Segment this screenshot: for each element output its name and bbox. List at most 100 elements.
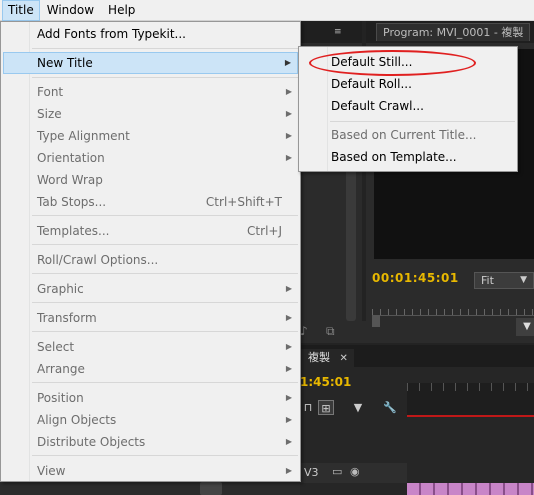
source-controls: ♪ ⧉ [300, 321, 366, 343]
menu-title[interactable]: Title [2, 0, 40, 21]
work-area-bar[interactable] [407, 415, 534, 417]
tab-timeline[interactable]: 複製 ✕ [300, 349, 354, 367]
separator [32, 77, 298, 78]
submenu-arrow-icon: ▶ [285, 393, 292, 402]
submenu-arrow-icon: ▶ [285, 415, 292, 424]
submenu-arrow-icon: ▶ [285, 87, 292, 96]
menu-item-arrange[interactable]: Arrange ▶ [3, 358, 298, 380]
menu-item-default-still[interactable]: Default Still... [301, 51, 515, 73]
submenu-arrow-icon: ▶ [285, 364, 292, 373]
menu-item-add-fonts[interactable]: Add Fonts from Typekit... [3, 23, 298, 45]
menu-item-label: Distribute Objects [37, 435, 146, 449]
submenu-arrow-icon: ▶ [285, 437, 292, 446]
menu-item-label: View [37, 464, 66, 478]
timeline-panel: 複製 ✕ 1:45:01 ⊓ ⊞ ▼ 🔧 V3 ▭ ◉ [300, 345, 534, 495]
tool-icon[interactable] [200, 482, 222, 495]
menu-item-align-objects[interactable]: Align Objects ▶ [3, 409, 298, 431]
separator [32, 382, 298, 383]
submenu-arrow-icon: ▶ [285, 109, 292, 118]
menu-item-select[interactable]: Select ▶ [3, 336, 298, 358]
submenu-arrow-icon: ▶ [285, 313, 292, 322]
bottom-panel-strip [0, 482, 300, 495]
panel-menu-icon[interactable]: ≡ [334, 28, 344, 37]
separator [32, 273, 298, 274]
export-frame-icon[interactable]: ⧉ [326, 324, 335, 339]
menu-item-view[interactable]: View ▶ [3, 460, 298, 482]
menu-item-word-wrap[interactable]: Word Wrap [3, 169, 298, 191]
menu-item-label: Position [37, 391, 84, 405]
playhead[interactable] [372, 315, 380, 327]
submenu-arrow-icon: ▶ [284, 58, 291, 67]
menu-item-label: Arrange [37, 362, 85, 376]
menu-item-label: Graphic [37, 282, 84, 296]
menu-item-label: New Title [37, 56, 93, 70]
menu-item-roll-crawl-options[interactable]: Roll/Crawl Options... [3, 249, 298, 271]
timeline-timecode[interactable]: 1:45:01 [300, 375, 351, 389]
menu-help[interactable]: Help [101, 0, 142, 21]
menu-item-new-title[interactable]: New Title ▶ [3, 52, 298, 74]
menu-item-based-on-template[interactable]: Based on Template... [301, 146, 515, 168]
program-time-ruler[interactable] [372, 296, 534, 316]
tab-program-monitor[interactable]: Program: MVI_0001 - 複製 [376, 23, 531, 41]
menu-window[interactable]: Window [40, 0, 101, 21]
submenu-arrow-icon: ▶ [285, 284, 292, 293]
separator [32, 455, 298, 456]
separator [32, 244, 298, 245]
zoom-select[interactable]: Fit ▼ [474, 272, 534, 289]
menu-item-label: Type Alignment [37, 129, 130, 143]
menu-item-position[interactable]: Position ▶ [3, 387, 298, 409]
menu-item-default-roll[interactable]: Default Roll... [301, 73, 515, 95]
menu-item-default-crawl[interactable]: Default Crawl... [301, 95, 515, 117]
timeline-tools: ⊓ ⊞ ▼ 🔧 [300, 400, 410, 416]
timeline-ruler[interactable] [407, 383, 534, 415]
add-marker-icon[interactable]: ▼ [350, 400, 366, 415]
separator [32, 215, 298, 216]
menu-item-size[interactable]: Size ▶ [3, 103, 298, 125]
close-icon[interactable]: ✕ [340, 353, 348, 364]
menu-item-based-on-current-title[interactable]: Based on Current Title... [301, 124, 515, 146]
menu-item-graphic[interactable]: Graphic ▶ [3, 278, 298, 300]
menu-item-label: Templates... [37, 224, 110, 238]
snap-icon[interactable]: ⊓ [300, 400, 316, 415]
program-timecode[interactable]: 00:01:45:01 [372, 271, 459, 285]
shortcut-label: Ctrl+J [247, 224, 282, 238]
menu-item-label: Size [37, 107, 62, 121]
source-panel-header [300, 21, 362, 43]
submenu-arrow-icon: ▶ [285, 153, 292, 162]
zoom-value: Fit [481, 274, 494, 287]
timeline-header: 複製 ✕ [300, 345, 534, 367]
timeline-tab-label: 複製 [308, 351, 330, 364]
eye-icon[interactable]: ◉ [350, 465, 360, 478]
insert-icon[interactable]: ♪ [300, 324, 308, 338]
menu-item-label: Tab Stops... [37, 195, 107, 209]
menu-item-label: Select [37, 340, 75, 354]
submenu-arrow-icon: ▶ [285, 342, 292, 351]
submenu-arrow-icon: ▶ [285, 466, 292, 475]
separator [330, 121, 515, 122]
menu-item-orientation[interactable]: Orientation ▶ [3, 147, 298, 169]
track-label: V3 [304, 466, 319, 479]
film-icon[interactable]: ▭ [332, 465, 342, 478]
menu-item-type-alignment[interactable]: Type Alignment ▶ [3, 125, 298, 147]
menu-item-distribute-objects[interactable]: Distribute Objects ▶ [3, 431, 298, 453]
new-title-submenu: Default Still... Default Roll... Default… [298, 46, 518, 172]
menu-item-label: Transform [37, 311, 97, 325]
track-header-v3: V3 ▭ ◉ [300, 463, 407, 483]
separator [32, 331, 298, 332]
menu-item-label: Orientation [37, 151, 105, 165]
menu-item-transform[interactable]: Transform ▶ [3, 307, 298, 329]
program-monitor-header: Program: MVI_0001 - 複製 [366, 21, 534, 43]
menu-item-font[interactable]: Font ▶ [3, 81, 298, 103]
add-marker-button[interactable]: ▼ [516, 318, 534, 336]
linked-selection-icon[interactable]: ⊞ [318, 400, 334, 415]
menu-item-label: Font [37, 85, 64, 99]
menu-item-tab-stops[interactable]: Tab Stops... Ctrl+Shift+T [3, 191, 298, 213]
submenu-arrow-icon: ▶ [285, 131, 292, 140]
clips-strip[interactable] [407, 483, 534, 495]
menu-item-templates[interactable]: Templates... Ctrl+J [3, 220, 298, 242]
menu-item-label: Align Objects [37, 413, 117, 427]
wrench-icon[interactable]: 🔧 [382, 400, 398, 415]
menubar: Title Window Help [0, 0, 534, 21]
separator [32, 302, 298, 303]
chevron-down-icon: ▼ [520, 275, 527, 285]
